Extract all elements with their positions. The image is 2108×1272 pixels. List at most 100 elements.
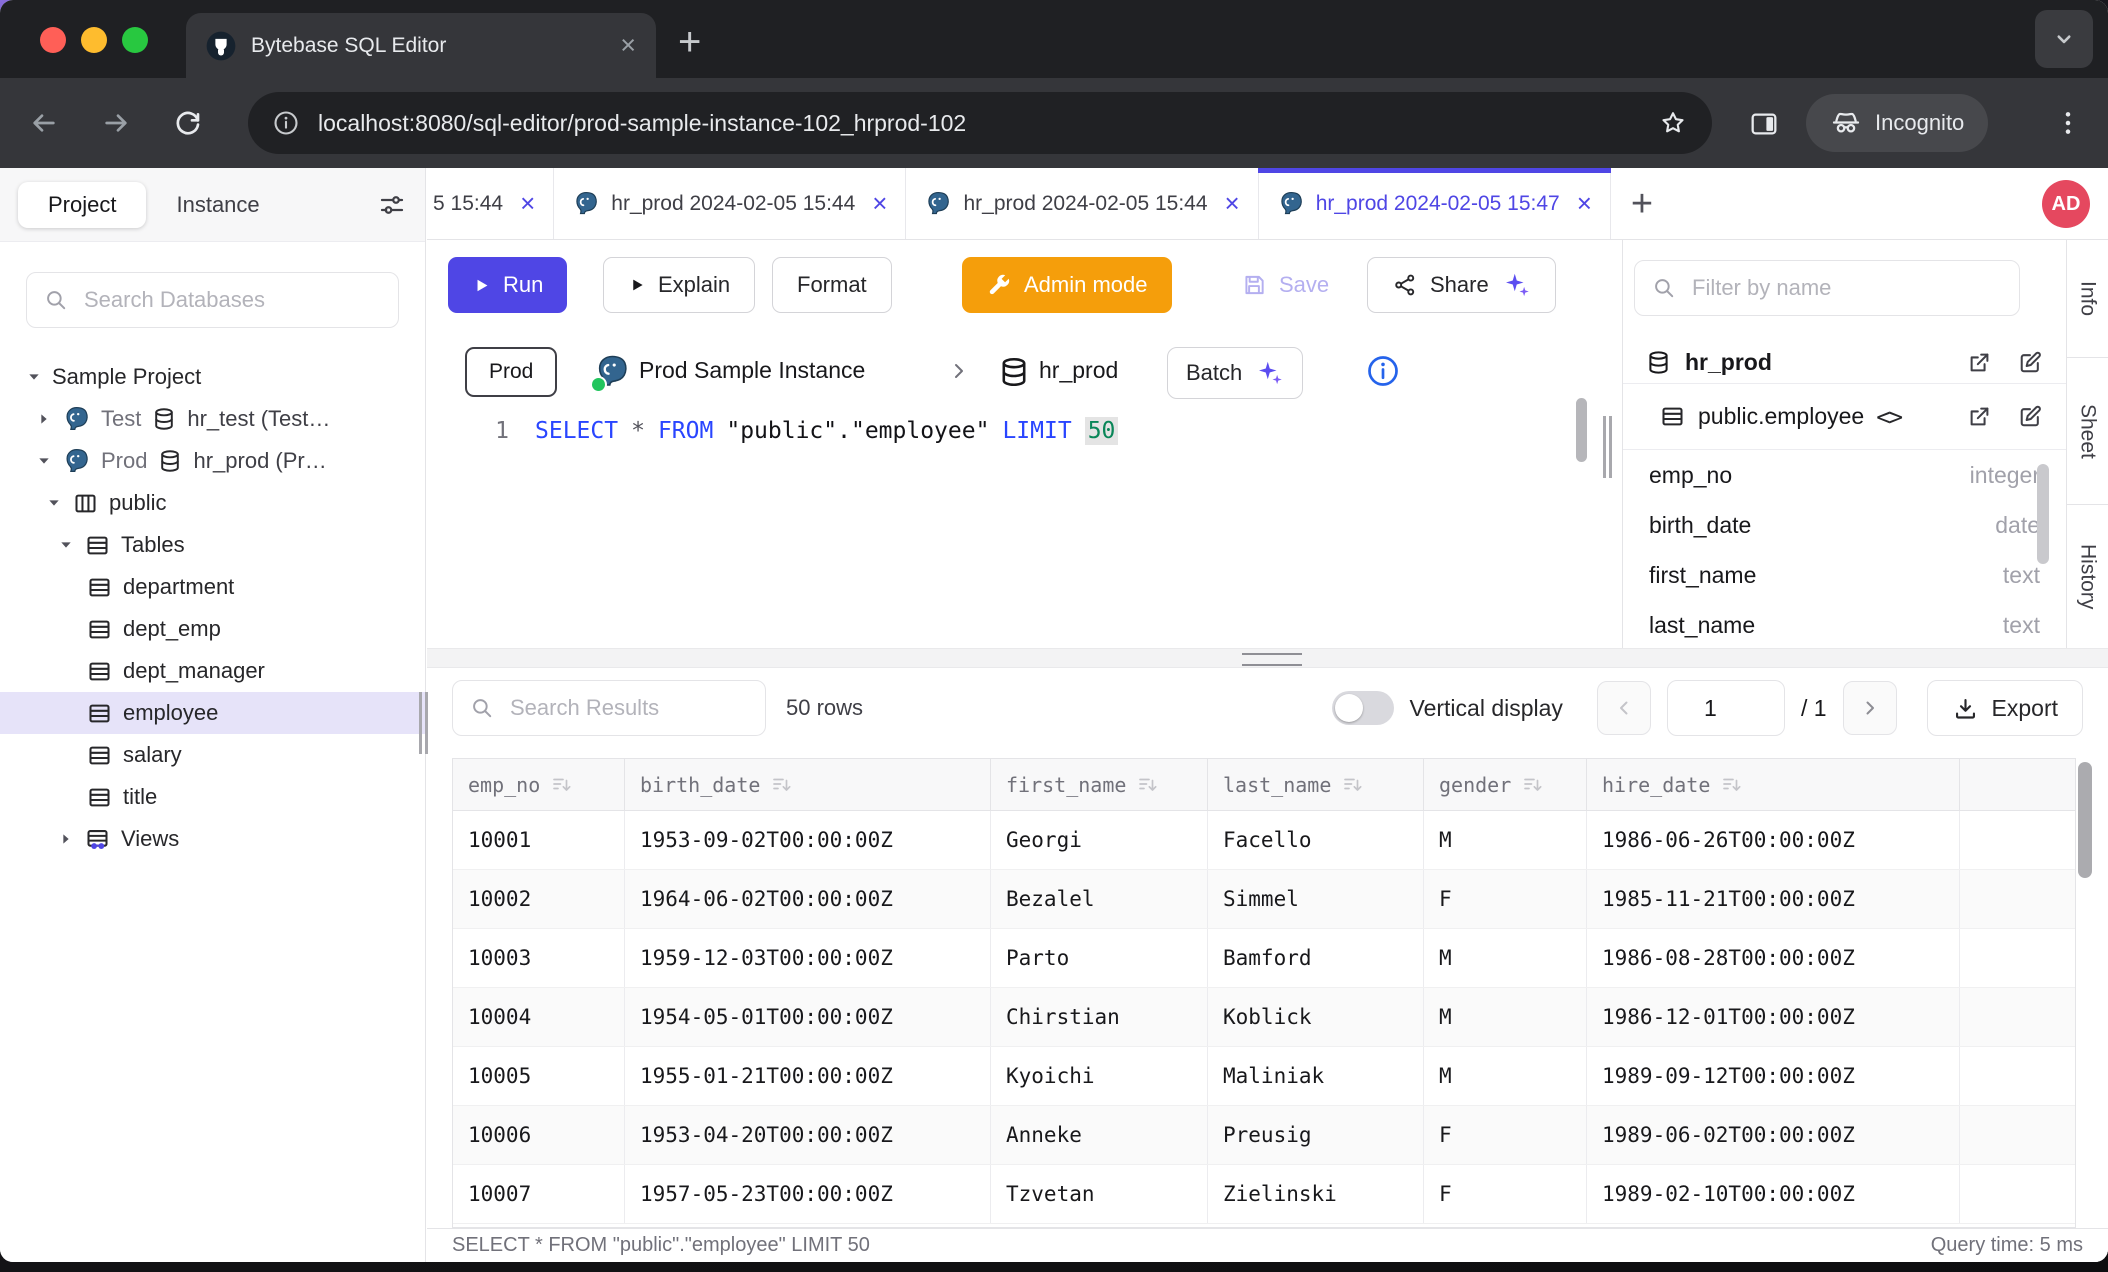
query-tab-clipped[interactable]: 5 15:44 × <box>427 168 554 239</box>
column-header-gender[interactable]: gender <box>1424 759 1587 810</box>
external-link-icon[interactable] <box>1966 349 1993 376</box>
admin-mode-button[interactable]: Admin mode <box>962 257 1172 313</box>
sort-icon[interactable] <box>550 773 574 797</box>
environment-chip-label: Prod <box>489 360 533 384</box>
tree-item-tables-group[interactable]: Tables <box>0 524 425 566</box>
window-close-button[interactable] <box>40 27 66 53</box>
search-results-input[interactable] <box>508 694 749 722</box>
schema-label: public <box>109 490 166 516</box>
tree-item-table-salary[interactable]: salary <box>0 734 425 776</box>
tab-project[interactable]: Project <box>18 182 146 228</box>
divider-drag-handle[interactable] <box>1242 653 1302 666</box>
browser-menu-icon[interactable] <box>2052 107 2084 139</box>
search-databases-input[interactable] <box>82 286 382 314</box>
tree-item-table-dept_emp[interactable]: dept_emp <box>0 608 425 650</box>
side-panel-icon[interactable] <box>1748 108 1780 140</box>
tree-item-table-employee[interactable]: employee <box>0 692 425 734</box>
connected-database-name[interactable]: hr_prod <box>1039 357 1118 384</box>
previous-page-button[interactable] <box>1597 681 1651 735</box>
site-info-icon[interactable] <box>272 109 300 137</box>
tree-item-views-group[interactable]: Views <box>0 818 425 860</box>
back-icon[interactable] <box>28 107 60 139</box>
filter-settings-icon[interactable] <box>377 190 407 220</box>
user-avatar[interactable]: AD <box>2042 180 2090 228</box>
column-list-scrollbar[interactable] <box>2037 464 2049 564</box>
explain-button[interactable]: Explain <box>603 257 755 313</box>
close-tab-icon[interactable]: × <box>1225 188 1240 219</box>
browser-tab[interactable]: Bytebase SQL Editor × <box>186 13 656 78</box>
sort-icon[interactable] <box>1136 773 1160 797</box>
sort-icon[interactable] <box>1521 773 1545 797</box>
query-tab[interactable]: hr_prod 2024-02-05 15:44 × <box>906 168 1258 239</box>
next-page-button[interactable] <box>1843 681 1897 735</box>
bookmark-star-icon[interactable] <box>1658 108 1688 138</box>
run-button[interactable]: Run <box>448 257 567 313</box>
sort-icon[interactable] <box>1341 773 1365 797</box>
tree-item-table-dept_manager[interactable]: dept_manager <box>0 650 425 692</box>
browser-tab-close-icon[interactable]: × <box>620 32 636 59</box>
rail-tab-history[interactable]: History <box>2067 505 2108 648</box>
tab-instance[interactable]: Instance <box>146 182 289 228</box>
batch-button[interactable]: Batch <box>1167 347 1303 399</box>
results-search[interactable] <box>452 680 766 736</box>
format-button[interactable]: Format <box>772 257 892 313</box>
sql-editor[interactable]: 1 SELECT*FROM"public"."employee"LIMIT50 <box>427 418 1622 648</box>
results-scrollbar[interactable] <box>2078 762 2092 878</box>
reload-icon[interactable] <box>172 107 204 139</box>
window-zoom-button[interactable] <box>122 27 148 53</box>
editor-scrollbar[interactable] <box>1576 398 1587 462</box>
instance-name[interactable]: Prod Sample Instance <box>639 357 865 384</box>
schema-filter[interactable] <box>1634 260 2020 316</box>
right-panel-resize-handle[interactable] <box>1603 416 1612 478</box>
edit-icon[interactable] <box>2017 349 2044 376</box>
environment-label: Prod <box>101 448 147 474</box>
tree-item-schema-public[interactable]: public <box>0 482 425 524</box>
tree-item-prod-database[interactable]: Prod hr_prod (Pr… <box>0 440 425 482</box>
rail-tab-sheet[interactable]: Sheet <box>2067 358 2108 505</box>
new-query-tab-button[interactable]: + <box>1631 185 1653 223</box>
new-browser-tab-button[interactable]: + <box>678 22 701 62</box>
external-link-icon[interactable] <box>1966 403 1993 430</box>
query-tab[interactable]: hr_prod 2024-02-05 15:44 × <box>554 168 906 239</box>
column-header-first-name[interactable]: first_name <box>991 759 1208 810</box>
tree-item-sample-project[interactable]: Sample Project <box>0 356 425 398</box>
close-tab-icon[interactable]: × <box>872 188 887 219</box>
column-row[interactable]: emp_no integer <box>1623 450 2066 500</box>
column-header-emp-no[interactable]: emp_no <box>453 759 625 810</box>
code-icon[interactable]: <> <box>1876 403 1901 431</box>
tree-item-table-title[interactable]: title <box>0 776 425 818</box>
tab-search-chevron-button[interactable] <box>2035 10 2093 68</box>
sort-icon[interactable] <box>770 773 794 797</box>
database-search[interactable] <box>26 272 399 328</box>
sql-keyword: FROM <box>658 418 713 444</box>
vertical-display-toggle[interactable] <box>1332 691 1394 725</box>
close-tab-icon[interactable]: × <box>1577 188 1592 219</box>
column-row[interactable]: birth_date date <box>1623 500 2066 550</box>
forward-icon[interactable] <box>100 107 132 139</box>
filter-by-name-input[interactable] <box>1690 274 2003 302</box>
column-row[interactable]: last_name text <box>1623 600 2066 648</box>
window-minimize-button[interactable] <box>81 27 107 53</box>
tree-item-test-database[interactable]: Test hr_test (Test… <box>0 398 425 440</box>
query-tab-active[interactable]: hr_prod 2024-02-05 15:47 × <box>1259 168 1611 239</box>
environment-chip[interactable]: Prod <box>465 347 557 397</box>
column-row[interactable]: first_name text <box>1623 550 2066 600</box>
export-button[interactable]: Export <box>1927 680 2083 736</box>
save-button[interactable]: Save <box>1231 257 1339 313</box>
edit-icon[interactable] <box>2017 403 2044 430</box>
column-header-last-name[interactable]: last_name <box>1208 759 1424 810</box>
address-bar[interactable]: localhost:8080/sql-editor/prod-sample-in… <box>248 92 1712 154</box>
info-icon[interactable] <box>1365 353 1401 389</box>
close-tab-icon[interactable]: × <box>520 188 535 219</box>
sidebar-header: Project Instance <box>0 168 425 242</box>
share-button[interactable]: Share <box>1367 257 1556 313</box>
rail-tab-info[interactable]: Info <box>2067 240 2108 358</box>
page-number-input[interactable] <box>1667 680 1785 736</box>
tree-item-table-department[interactable]: department <box>0 566 425 608</box>
column-header-birth-date[interactable]: birth_date <box>625 759 991 810</box>
column-header-hire-date[interactable]: hire_date <box>1587 759 1960 810</box>
sort-icon[interactable] <box>1720 773 1744 797</box>
column-type: date <box>1995 512 2040 539</box>
panel-divider[interactable] <box>427 648 2108 668</box>
tables-group-label: Tables <box>121 532 185 558</box>
